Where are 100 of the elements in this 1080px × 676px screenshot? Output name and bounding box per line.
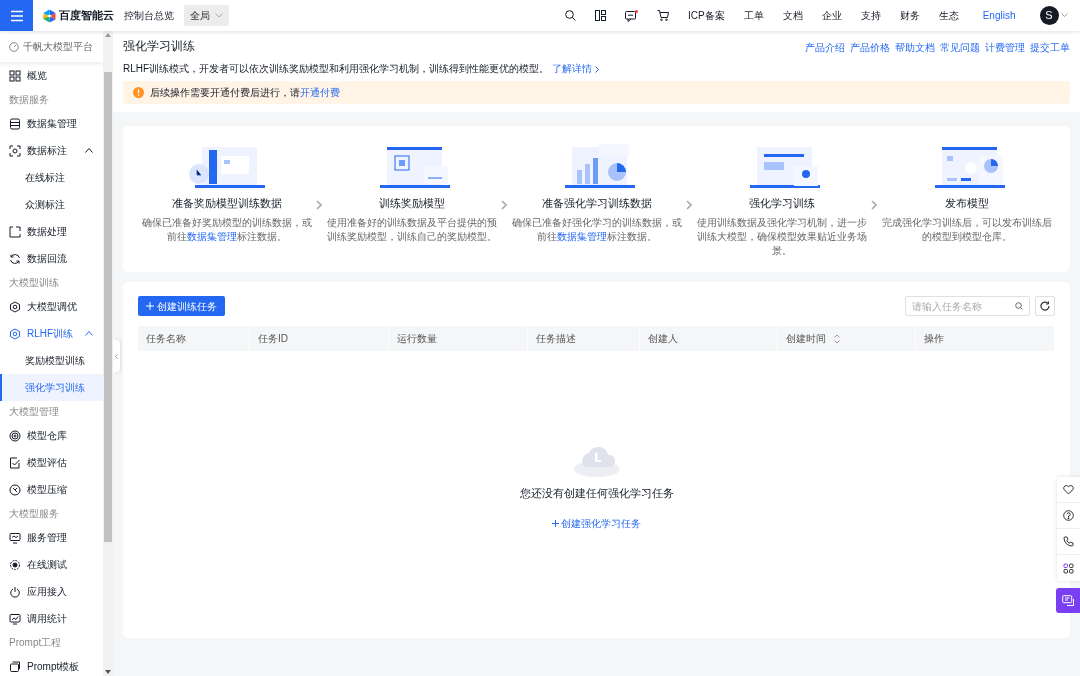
help-link[interactable]: 帮助文档 — [895, 40, 935, 55]
sidebar-item[interactable]: RLHF训练 — [0, 320, 103, 347]
nav-link[interactable]: 文档 — [782, 8, 803, 23]
checklist-icon — [9, 456, 21, 469]
refresh-icon — [1040, 301, 1050, 311]
chart-icon — [9, 612, 21, 625]
help-link[interactable]: 提交工单 — [1030, 40, 1070, 55]
console-link[interactable]: 控制台总览 — [123, 8, 174, 23]
nav-link[interactable]: ICP备案 — [688, 8, 725, 23]
hexagon-icon — [9, 300, 21, 313]
section-label: 大模型管理 — [8, 405, 60, 419]
caret-icon — [214, 13, 223, 18]
nav-link[interactable]: 工单 — [743, 8, 764, 23]
sidebar-item[interactable]: 大模型调优 — [0, 293, 103, 320]
learn-more-link[interactable]: 了解详情 — [551, 63, 599, 75]
scroll-down-icon[interactable] — [105, 670, 111, 674]
sidebar-item[interactable]: 服务管理 — [0, 524, 103, 551]
caret-icon — [1061, 13, 1068, 18]
menu-button[interactable] — [0, 0, 33, 31]
grid-icon — [1063, 562, 1074, 574]
scan-icon — [9, 144, 21, 157]
sidebar-subitem[interactable]: 奖励模型训练 — [0, 347, 103, 374]
sidebar-item[interactable]: 模型评估 — [0, 449, 103, 476]
search-icon — [565, 10, 576, 21]
step-description: 确保已准备好强化学习的训练数据，或前往数据集管理标注数据。 — [510, 216, 683, 244]
column-header: 运行数量 — [397, 332, 437, 346]
dataset-link[interactable]: 数据集管理 — [556, 231, 607, 242]
nav-link[interactable]: 生态 — [938, 8, 959, 23]
dataset-link[interactable]: 数据集管理 — [186, 231, 237, 242]
chevron-right-icon — [871, 199, 877, 210]
section-label: 大模型训练 — [8, 276, 60, 290]
window-icon — [9, 660, 21, 673]
step-description: 完成强化学习训练后，可以发布训练后的模型到模型仓库。 — [880, 216, 1053, 244]
help-link[interactable]: 计费管理 — [985, 40, 1025, 55]
cart-icon — [657, 10, 669, 21]
refresh-button[interactable] — [1035, 296, 1055, 316]
sidebar-item[interactable]: 数据处理 — [0, 218, 103, 245]
sidebar-item[interactable]: 数据回流 — [0, 245, 103, 272]
search-field[interactable]: 请输入任务名称 — [905, 296, 1030, 316]
nav-link[interactable]: 财务 — [899, 8, 920, 23]
column-header: 操作 — [924, 332, 944, 346]
activate-billing-link[interactable]: 开通付费 — [300, 87, 340, 99]
sort-icon — [834, 333, 840, 344]
monitor-icon — [9, 531, 21, 544]
grid-icon — [9, 69, 21, 82]
column-header: 创建人 — [648, 332, 678, 346]
search-button[interactable] — [565, 10, 576, 21]
platform-link[interactable]: 千帆大模型平台 — [0, 31, 103, 62]
sidebar-item[interactable]: 数据标注 — [0, 137, 103, 164]
step-title: 训练奖励模型 — [378, 196, 445, 212]
target-icon — [9, 429, 21, 442]
sidebar-item[interactable]: 模型压缩 — [0, 476, 103, 503]
help-icon — [1063, 510, 1074, 521]
sidebar-subitem[interactable]: 众测标注 — [0, 191, 103, 218]
sidebar-item[interactable]: 数据集管理 — [0, 110, 103, 137]
grid-icon — [595, 10, 606, 21]
sidebar-item[interactable]: Prompt模板 — [0, 653, 103, 676]
heart-icon — [1063, 484, 1074, 495]
logo-icon — [43, 8, 56, 23]
chevron-right-icon — [686, 199, 692, 210]
frame-icon — [9, 225, 21, 238]
nav-link[interactable]: 企业 — [821, 8, 842, 23]
page-description: RLHF训练模式，开发者可以依次训练奖励模型和利用强化学习机制，训练得到性能更优的模型。 了解详情 — [123, 61, 1070, 77]
step-title: 准备奖励模型训练数据 — [171, 196, 282, 212]
help-link[interactable]: 产品介绍 — [805, 40, 845, 55]
search-icon — [1015, 302, 1023, 310]
sidebar-item[interactable]: 调用统计 — [0, 605, 103, 632]
cart-button[interactable] — [657, 10, 669, 21]
phone-icon — [1063, 536, 1074, 547]
collapse-handle[interactable] — [113, 340, 120, 372]
apps-button[interactable] — [595, 10, 606, 21]
sidebar-item[interactable]: 概览 — [0, 62, 103, 89]
chevron-left-icon — [115, 353, 118, 359]
help-link[interactable]: 产品价格 — [850, 40, 890, 55]
account-menu[interactable]: S — [1039, 6, 1068, 25]
sidebar-item[interactable]: 模型仓库 — [0, 422, 103, 449]
help-link[interactable]: 常见问题 — [940, 40, 980, 55]
sidebar-item[interactable]: 在线测试 — [0, 551, 103, 578]
menu-icon — [9, 9, 24, 22]
column-header: 创建时间 — [786, 332, 826, 346]
empty-message: 您还没有创建任何强化学习任务 — [519, 486, 674, 501]
scrollbar[interactable] — [103, 31, 113, 676]
create-task-link[interactable]: 创建强化学习任务 — [551, 515, 642, 531]
plus-icon — [551, 519, 559, 527]
chevron-up-icon — [85, 148, 93, 153]
sidebar-item[interactable]: 应用接入 — [0, 578, 103, 605]
language-link[interactable]: English — [982, 8, 1016, 23]
nav-link[interactable]: 支持 — [860, 8, 881, 23]
create-task-button[interactable]: 创建训练任务 — [138, 296, 225, 316]
message-button[interactable] — [625, 9, 638, 22]
sidebar-subitem[interactable]: 在线标注 — [0, 164, 103, 191]
region-dropdown[interactable]: 全局 — [183, 5, 229, 26]
sidebar-subitem[interactable]: 强化学习训练 — [0, 374, 103, 401]
message-icon — [625, 9, 638, 22]
warning-icon — [133, 87, 144, 99]
list-icon — [9, 117, 21, 130]
alert-text: 后续操作需要开通付费后进行，请开通付费 — [150, 86, 340, 101]
sort-button[interactable] — [834, 333, 840, 344]
refresh-icon — [9, 252, 21, 265]
chat-button[interactable] — [1056, 588, 1080, 613]
